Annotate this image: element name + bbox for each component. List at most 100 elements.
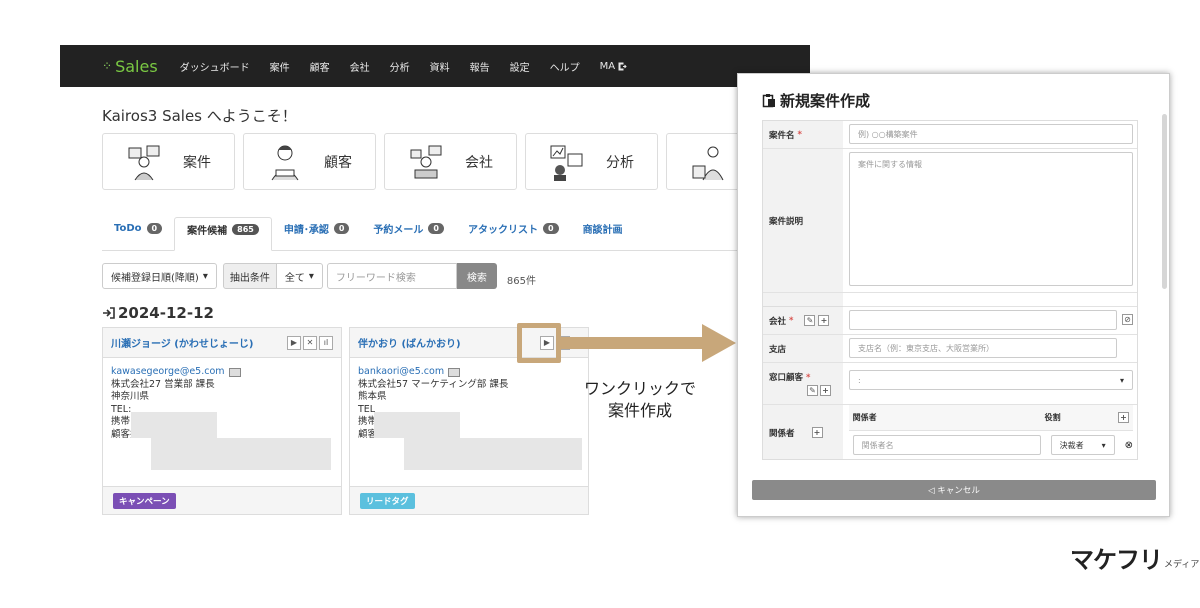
related-row: 関係者名 決裁者 ▾ ⊗: [849, 431, 1133, 459]
deal-form: 案件名 * 例) ○○構築案件 案件説明 案件に関する情報 会社 * ✎ + ⊘…: [762, 120, 1138, 460]
related-role-select[interactable]: 決裁者 ▾: [1050, 435, 1115, 455]
contact-select[interactable]: : ▾: [849, 370, 1133, 390]
card-email[interactable]: kawasegeorge@e5.com: [111, 366, 333, 379]
tab-attack-list[interactable]: アタックリスト 0: [456, 216, 571, 250]
contact-label: 窓口顧客 * ✎ +: [763, 363, 843, 405]
related-person-input[interactable]: 関係者名: [852, 435, 1041, 455]
caret-down-icon: ▾: [1101, 440, 1106, 450]
deal-description-textarea[interactable]: 案件に関する情報: [849, 152, 1133, 286]
analytics-illustration-icon: [548, 142, 586, 182]
nav-ma[interactable]: MA: [600, 61, 628, 72]
caret-down-icon: ▾: [308, 270, 314, 282]
related-role-value: 決裁者: [1059, 440, 1084, 450]
remove-circle-icon[interactable]: ⊗: [1125, 440, 1133, 451]
tab-deal-candidates[interactable]: 案件候補 865: [174, 217, 272, 251]
clear-circle-icon[interactable]: ⊘: [1122, 314, 1133, 325]
deal-description-cell: 案件に関する情報: [843, 149, 1137, 293]
related-header: 関係者 役割 +: [848, 405, 1133, 431]
tab-deal-candidates-badge: 865: [232, 223, 259, 235]
nav-dashboard[interactable]: ダッシュボード: [180, 59, 250, 74]
tab-scheduled-mail-badge: 0: [428, 222, 444, 234]
tab-todo[interactable]: ToDo 0: [102, 216, 174, 250]
card-email[interactable]: bankaori@e5.com: [358, 366, 580, 379]
contact-select-value: :: [858, 375, 861, 385]
campaign-tag[interactable]: キャンペーン: [113, 492, 176, 509]
redacted-block: [374, 412, 460, 438]
deal-name-input[interactable]: 例) ○○構築案件: [849, 124, 1133, 144]
company-label-text: 会社: [769, 316, 787, 327]
deal-name-cell: 例) ○○構築案件: [843, 121, 1137, 149]
nav-reports[interactable]: 報告: [470, 59, 490, 74]
nav-companies[interactable]: 会社: [350, 59, 370, 74]
sales-logo[interactable]: ⁘ Sales: [102, 57, 158, 76]
related-cell: 関係者 役割 + 関係者名 決裁者 ▾ ⊗: [843, 405, 1137, 459]
tab-scheduled-mail[interactable]: 予約メール 0: [361, 216, 456, 250]
nav-settings[interactable]: 設定: [510, 59, 530, 74]
card-footer: キャンペーン: [103, 486, 341, 514]
tile-companies[interactable]: 会社: [384, 133, 517, 190]
tile-customers[interactable]: 顧客: [243, 133, 376, 190]
lead-tag[interactable]: リードタグ: [360, 492, 415, 509]
add-plus-icon[interactable]: +: [1118, 412, 1129, 423]
tab-approval[interactable]: 申請･承認 0: [272, 216, 362, 250]
related-label: 関係者 +: [763, 405, 843, 459]
sort-select-value: 候補登録日順(降順): [111, 272, 199, 284]
nav-analytics[interactable]: 分析: [390, 59, 410, 74]
signal-bars-icon[interactable]: ıl: [319, 335, 333, 350]
search-input[interactable]: フリーワード検索: [326, 263, 457, 289]
result-count: 865件: [506, 275, 536, 287]
create-deal-play-icon[interactable]: ▶: [287, 335, 301, 350]
modal-title-text: 新規案件作成: [780, 92, 871, 110]
welcome-heading: Kairos3 Sales へようこそ！: [102, 107, 297, 125]
annotation-caption: ワンクリックで 案件作成: [565, 378, 715, 422]
clipboard-icon: [762, 94, 775, 108]
card-person-name[interactable]: 川瀬ジョージ (かわせじょーじ): [111, 335, 287, 350]
nav-customers[interactable]: 顧客: [310, 59, 330, 74]
company-cell: ⊘: [843, 307, 1137, 335]
companies-illustration-icon: [407, 142, 445, 182]
nav-deals[interactable]: 案件: [270, 59, 290, 74]
related-col-person: 関係者: [852, 413, 877, 422]
edit-pencil-icon[interactable]: ✎: [804, 315, 816, 326]
add-plus-icon[interactable]: +: [811, 427, 823, 438]
card-email-text: bankaori@e5.com: [358, 366, 445, 377]
company-input[interactable]: [849, 310, 1117, 330]
related-label-text: 関係者: [769, 428, 795, 439]
row-branch: 支店 支店名（例：東京支店、大阪営業所）: [763, 335, 1137, 363]
nav-help[interactable]: ヘルプ: [550, 59, 580, 74]
mail-icon[interactable]: [448, 367, 461, 377]
row-related: 関係者 + 関係者 役割 + 関係者名 決裁者 ▾ ⊗: [763, 405, 1137, 459]
top-navbar: ⁘ Sales ダッシュボード 案件 顧客 会社 分析 資料 報告 設定 ヘルプ…: [60, 45, 810, 87]
add-plus-icon[interactable]: +: [818, 315, 830, 326]
date-heading-text: 2024-12-12: [118, 304, 214, 322]
nav-documents[interactable]: 資料: [430, 59, 450, 74]
caption-line-2: 案件作成: [607, 401, 672, 420]
tab-approval-label: 申請･承認: [283, 224, 329, 236]
branch-input[interactable]: 支店名（例：東京支店、大阪営業所）: [849, 338, 1117, 358]
app-window: ⁘ Sales ダッシュボード 案件 顧客 会社 分析 資料 報告 設定 ヘルプ…: [60, 45, 810, 520]
mail-icon[interactable]: [228, 367, 241, 377]
condition-select[interactable]: 全て ▾: [276, 263, 323, 289]
contact-cell: : ▾: [843, 363, 1137, 405]
add-plus-icon[interactable]: +: [820, 385, 831, 396]
search-button[interactable]: 検索: [456, 263, 497, 289]
row-deal-name: 案件名 * 例) ○○構築案件: [763, 121, 1137, 149]
close-icon[interactable]: ✕: [303, 335, 317, 350]
sort-select[interactable]: 候補登録日順(降順) ▾: [102, 263, 217, 289]
new-deal-modal: 新規案件作成 案件名 * 例) ○○構築案件 案件説明 案件に関する情報 会社 …: [737, 73, 1170, 517]
tab-scheduled-mail-label: 予約メール: [373, 224, 424, 236]
edit-pencil-icon[interactable]: ✎: [807, 385, 818, 396]
brand-main-text: マケフリ: [1070, 546, 1163, 574]
tile-analytics[interactable]: 分析: [525, 133, 658, 190]
tab-meeting-plan[interactable]: 商談計画: [571, 216, 635, 250]
modal-scrollbar[interactable]: [1162, 114, 1167, 289]
tile-customers-label: 顧客: [324, 154, 352, 171]
tile-deals[interactable]: 案件: [102, 133, 235, 190]
nav-ma-label: MA: [599, 60, 616, 72]
tab-bar: ToDo 0 案件候補 865 申請･承認 0 予約メール 0 アタックリスト …: [102, 217, 802, 251]
card-company: 株式会社27 営業部 課長: [111, 378, 215, 390]
card-person-name[interactable]: 伴かおり (ばんかおり): [358, 335, 540, 350]
spacer-label: [763, 293, 843, 307]
cancel-button[interactable]: ◁ キャンセル: [752, 480, 1156, 500]
card-header: 川瀬ジョージ (かわせじょーじ) ▶ ✕ ıl: [103, 328, 341, 358]
